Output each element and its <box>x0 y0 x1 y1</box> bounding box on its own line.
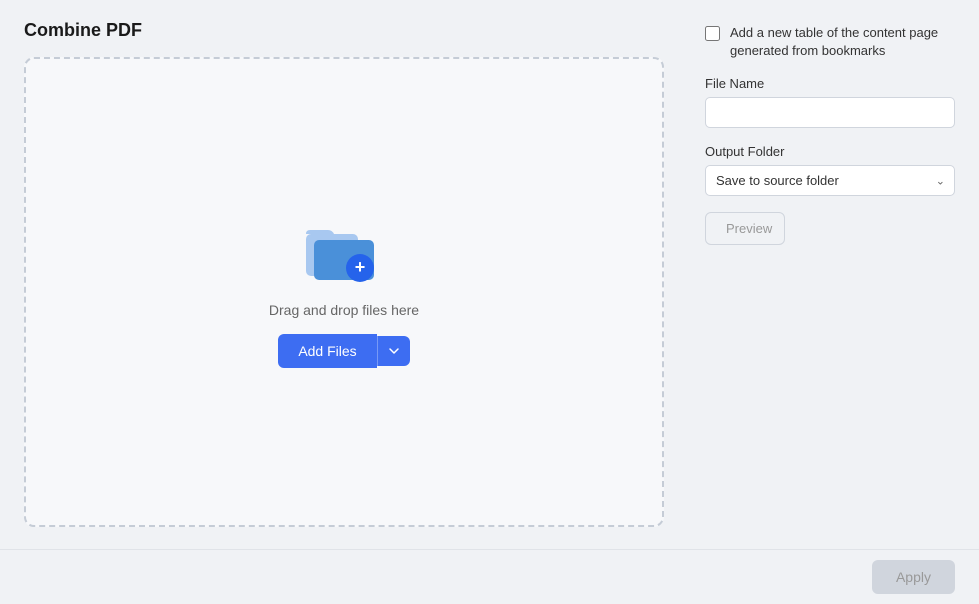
output-folder-field: Output Folder Save to source folder Cust… <box>705 144 955 196</box>
folder-icon: + <box>304 216 384 286</box>
output-folder-select-wrapper: Save to source folder Custom folder ⌄ <box>705 165 955 196</box>
preview-button[interactable]: Preview <box>705 212 785 245</box>
drop-text: Drag and drop files here <box>269 302 419 318</box>
file-name-input[interactable] <box>705 97 955 128</box>
drop-zone[interactable]: + Drag and drop files here Add Files <box>24 57 664 527</box>
add-files-row: Add Files <box>278 334 409 368</box>
chevron-down-icon <box>388 345 400 357</box>
apply-button[interactable]: Apply <box>872 560 955 594</box>
output-folder-select[interactable]: Save to source folder Custom folder <box>705 165 955 196</box>
preview-button-wrapper: Preview <box>705 212 955 245</box>
add-files-dropdown-button[interactable] <box>377 336 410 366</box>
bookmark-checkbox-row: Add a new table of the content page gene… <box>705 24 955 60</box>
svg-text:+: + <box>355 257 366 277</box>
file-name-label: File Name <box>705 76 955 91</box>
bookmark-checkbox-label: Add a new table of the content page gene… <box>730 24 955 60</box>
add-files-button[interactable]: Add Files <box>278 334 376 368</box>
bookmark-checkbox[interactable] <box>705 26 720 41</box>
bottom-bar: Apply <box>0 549 979 604</box>
page-title: Combine PDF <box>24 20 681 41</box>
file-name-field: File Name <box>705 76 955 128</box>
output-folder-label: Output Folder <box>705 144 955 159</box>
